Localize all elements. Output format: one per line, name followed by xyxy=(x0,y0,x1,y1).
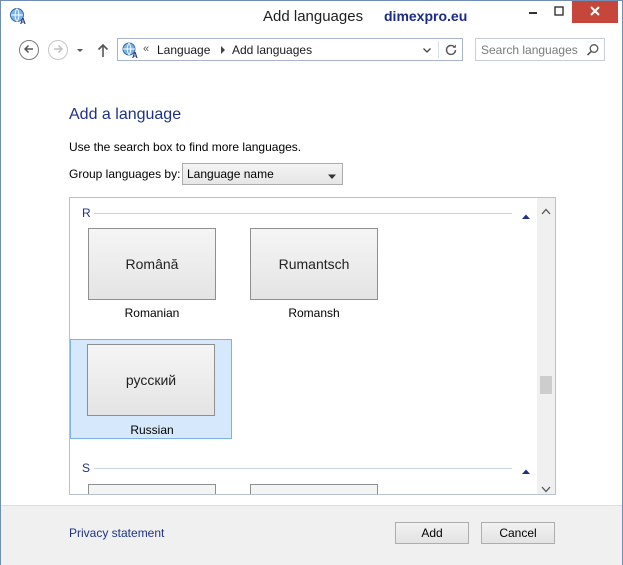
language-list[interactable]: R Română Romanian Rumantsch Romansh русс… xyxy=(69,197,556,495)
search-hint-text: Use the search box to find more language… xyxy=(69,140,302,154)
svg-text:A: A xyxy=(132,51,138,59)
language-tile-partial[interactable] xyxy=(71,484,233,494)
add-languages-window: A Add languages dimexpro.eu A « Language… xyxy=(0,0,623,565)
group-by-label: Group languages by: xyxy=(69,167,181,181)
group-divider xyxy=(94,213,512,214)
address-dropdown-button[interactable] xyxy=(421,44,433,56)
footer-bar: Privacy statement Add Cancel xyxy=(1,505,622,565)
svg-text:A: A xyxy=(20,17,26,25)
up-button[interactable] xyxy=(95,41,111,59)
chevron-down-icon xyxy=(327,170,337,179)
address-divider xyxy=(438,41,439,58)
scroll-down-icon[interactable] xyxy=(541,482,551,493)
refresh-icon xyxy=(443,44,459,61)
tile-native-name: Română xyxy=(88,228,216,300)
group-divider xyxy=(94,468,512,469)
group-by-value: Language name xyxy=(187,167,274,181)
chevron-up-icon xyxy=(521,464,531,478)
breadcrumb-add-languages[interactable]: Add languages xyxy=(232,43,312,57)
group-header-s[interactable]: S xyxy=(82,461,90,475)
group-header-r[interactable]: R xyxy=(82,206,91,220)
title-bar: A Add languages dimexpro.eu xyxy=(1,1,622,31)
scrollbar-thumb[interactable] xyxy=(540,376,552,394)
tile-native-name: русский xyxy=(87,344,215,416)
privacy-statement-link[interactable]: Privacy statement xyxy=(69,526,164,540)
cancel-button[interactable]: Cancel xyxy=(481,522,555,544)
vertical-scrollbar[interactable] xyxy=(537,198,555,494)
refresh-button[interactable] xyxy=(443,42,459,58)
watermark-text: dimexpro.eu xyxy=(384,8,468,24)
chevron-up-icon xyxy=(521,209,531,223)
tile-native-name: Rumantsch xyxy=(250,228,378,300)
page-title: Add a language xyxy=(69,106,182,123)
address-bar[interactable]: A « Language Add languages xyxy=(117,38,463,61)
back-button[interactable] xyxy=(19,40,39,60)
up-arrow-icon xyxy=(95,43,111,62)
tile-english-name: Romansh xyxy=(288,306,340,320)
language-tile-partial[interactable] xyxy=(233,484,395,494)
breadcrumb-overflow[interactable]: « xyxy=(143,43,149,55)
language-tile-russian[interactable]: русский Russian xyxy=(70,339,232,439)
collapse-group-s-button[interactable] xyxy=(521,464,531,474)
minimize-button[interactable] xyxy=(520,1,546,23)
close-icon xyxy=(589,5,601,20)
window-title: Add languages xyxy=(263,8,364,25)
maximize-icon xyxy=(554,5,564,19)
chevron-down-icon xyxy=(421,45,433,59)
group-by-select[interactable]: Language name xyxy=(182,163,343,185)
back-arrow-icon xyxy=(23,43,35,58)
language-globe-icon: A xyxy=(9,7,27,26)
forward-arrow-icon xyxy=(52,43,64,58)
navigation-bar: A « Language Add languages xyxy=(1,31,622,69)
tile-english-name: Russian xyxy=(130,423,174,437)
close-button[interactable] xyxy=(572,1,618,23)
minimize-icon xyxy=(528,5,538,19)
language-globe-icon: A xyxy=(121,41,139,60)
search-box[interactable] xyxy=(475,38,605,61)
scroll-up-icon[interactable] xyxy=(541,204,551,215)
add-button[interactable]: Add xyxy=(395,522,469,544)
forward-button[interactable] xyxy=(48,40,68,60)
tile-preview xyxy=(250,484,378,494)
breadcrumb-language[interactable]: Language xyxy=(157,43,210,57)
language-tile-romansh[interactable]: Rumantsch Romansh xyxy=(233,228,395,328)
maximize-button[interactable] xyxy=(546,1,572,23)
tile-english-name: Romanian xyxy=(124,306,180,320)
collapse-group-r-button[interactable] xyxy=(521,209,531,219)
search-icon[interactable] xyxy=(586,43,600,57)
search-input[interactable] xyxy=(476,39,584,60)
breadcrumb-separator-icon[interactable] xyxy=(219,44,227,54)
tile-preview xyxy=(88,484,216,494)
chevron-down-icon xyxy=(74,46,86,60)
language-tile-romanian[interactable]: Română Romanian xyxy=(71,228,233,328)
recent-locations-button[interactable] xyxy=(74,43,86,57)
